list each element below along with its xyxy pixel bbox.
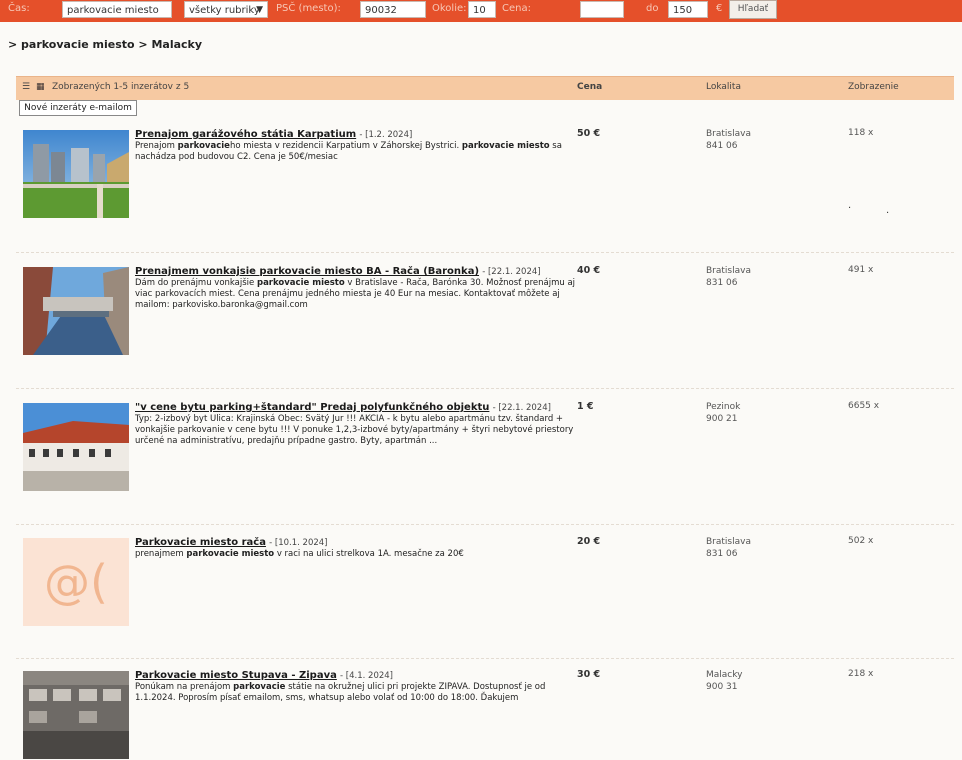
category-select[interactable]: všetky rubriky ▼: [184, 1, 268, 18]
listing-price: 20 €: [577, 536, 601, 547]
listing-city: Pezinok: [706, 402, 741, 412]
listing-thumbnail[interactable]: [23, 267, 129, 355]
listing-zip: 900 21: [706, 414, 738, 424]
listing-thumbnail[interactable]: [23, 130, 129, 218]
row-divider: [16, 524, 954, 525]
listing-description: prenajmem parkovacie miesto v raci na ul…: [135, 549, 464, 559]
results-summary: Zobrazených 1-5 inzerátov z 5: [52, 82, 190, 92]
price-label: Cena:: [502, 3, 531, 14]
column-location[interactable]: Lokalita: [706, 82, 741, 92]
listing-date: - [10.1. 2024]: [269, 538, 328, 548]
listing-date: - [22.1. 2024]: [492, 403, 551, 413]
listing-title-link[interactable]: "v cene bytu parking+štandard" Predaj po…: [135, 402, 489, 413]
row-divider: [16, 252, 954, 253]
search-bar: Čas: parkovacie miesto všetky rubriky ▼ …: [0, 0, 962, 22]
listing-date: - [1.2. 2024]: [359, 130, 413, 140]
radius-input[interactable]: 10: [468, 1, 496, 18]
scan-mark: ·: [848, 203, 852, 214]
listing-price: 40 €: [577, 265, 601, 276]
grid-view-icon[interactable]: ▦: [36, 82, 45, 92]
listing-price: 30 €: [577, 669, 601, 680]
radius-label: Okolie:: [432, 3, 467, 14]
listing-thumbnail[interactable]: [23, 403, 129, 491]
listing-row: Parkovacie miesto Stupava - Zipava - [4.…: [16, 669, 954, 760]
listing-city: Malacky: [706, 670, 743, 680]
listing-row: Prenajmem vonkajsie parkovacie miesto BA…: [16, 265, 954, 395]
listing-city: Bratislava: [706, 537, 751, 547]
listing-thumbnail[interactable]: [23, 671, 129, 759]
listing-zip: 831 06: [706, 549, 738, 559]
listing-zip: 841 06: [706, 141, 738, 151]
no-image-icon: @(: [44, 555, 108, 609]
currency-label: €: [716, 3, 723, 14]
listing-location: Bratislava 841 06: [706, 128, 751, 152]
price-to-input[interactable]: 150: [668, 1, 708, 18]
category-select-value: všetky rubriky: [189, 5, 260, 16]
listing-description: Ponúkam na prenájom parkovacie státie na…: [135, 682, 546, 703]
listing-location: Pezinok 900 21: [706, 401, 740, 425]
listing-description: Typ: 2-izbový byt Ulica: Krajinská Obec:…: [135, 414, 574, 446]
price-to-label: do: [646, 3, 659, 14]
keyword-label: Čas:: [8, 3, 30, 14]
listing-price: 50 €: [577, 128, 601, 139]
list-view-icon[interactable]: ☰: [22, 82, 30, 92]
chevron-down-icon: ▼: [256, 5, 263, 15]
listing-views: 491 x: [848, 265, 874, 275]
keyword-input[interactable]: parkovacie miesto: [62, 1, 172, 18]
listing-zip: 900 31: [706, 682, 738, 692]
listing-location: Bratislava 831 06: [706, 536, 751, 560]
listing-city: Bratislava: [706, 129, 751, 139]
listing-price: 1 €: [577, 401, 594, 412]
listing-description: Prenajom parkovacieho miesta v rezidenci…: [135, 141, 562, 162]
listing-location: Bratislava 831 06: [706, 265, 751, 289]
row-divider: [16, 658, 954, 659]
listing-views: 502 x: [848, 536, 874, 546]
listing-city: Bratislava: [706, 266, 751, 276]
listing-row: @( Parkovacie miesto rača - [10.1. 2024]…: [16, 536, 954, 666]
psc-label: PSČ (mesto):: [276, 3, 341, 14]
listing-title-link[interactable]: Parkovacie miesto Stupava - Zipava: [135, 670, 337, 681]
listing-row: Prenajom garážového státia Karpatium - […: [16, 128, 954, 258]
listing-date: - [22.1. 2024]: [482, 267, 541, 277]
breadcrumb[interactable]: > parkovacie miesto > Malacky: [8, 38, 202, 51]
listing-date: - [4.1. 2024]: [340, 671, 393, 681]
listing-zip: 831 06: [706, 278, 738, 288]
listing-views: 218 x: [848, 669, 874, 679]
column-price[interactable]: Cena: [577, 82, 602, 92]
row-divider: [16, 388, 954, 389]
email-alerts-button[interactable]: Nové inzeráty e-mailom: [19, 100, 137, 116]
psc-input[interactable]: 90032: [360, 1, 426, 18]
listing-row: "v cene bytu parking+štandard" Predaj po…: [16, 401, 954, 531]
listing-title-link[interactable]: Prenajom garážového státia Karpatium: [135, 129, 356, 140]
listing-views: 6655 x: [848, 401, 880, 411]
search-button[interactable]: Hľadať: [729, 0, 777, 19]
listing-title-link[interactable]: Parkovacie miesto rača: [135, 537, 266, 548]
table-header: ☰ ▦ Zobrazených 1-5 inzerátov z 5 Cena L…: [16, 76, 954, 100]
column-views[interactable]: Zobrazenie: [848, 82, 899, 92]
listing-thumbnail-placeholder[interactable]: @(: [23, 538, 129, 626]
listing-title-link[interactable]: Prenajmem vonkajsie parkovacie miesto BA…: [135, 266, 479, 277]
listing-location: Malacky 900 31: [706, 669, 742, 693]
listing-description: Dám do prenájmu vonkajšie parkovacie mie…: [135, 278, 576, 310]
scan-mark: ·: [886, 208, 890, 219]
listing-views: 118 x: [848, 128, 874, 138]
price-from-input[interactable]: [580, 1, 624, 18]
